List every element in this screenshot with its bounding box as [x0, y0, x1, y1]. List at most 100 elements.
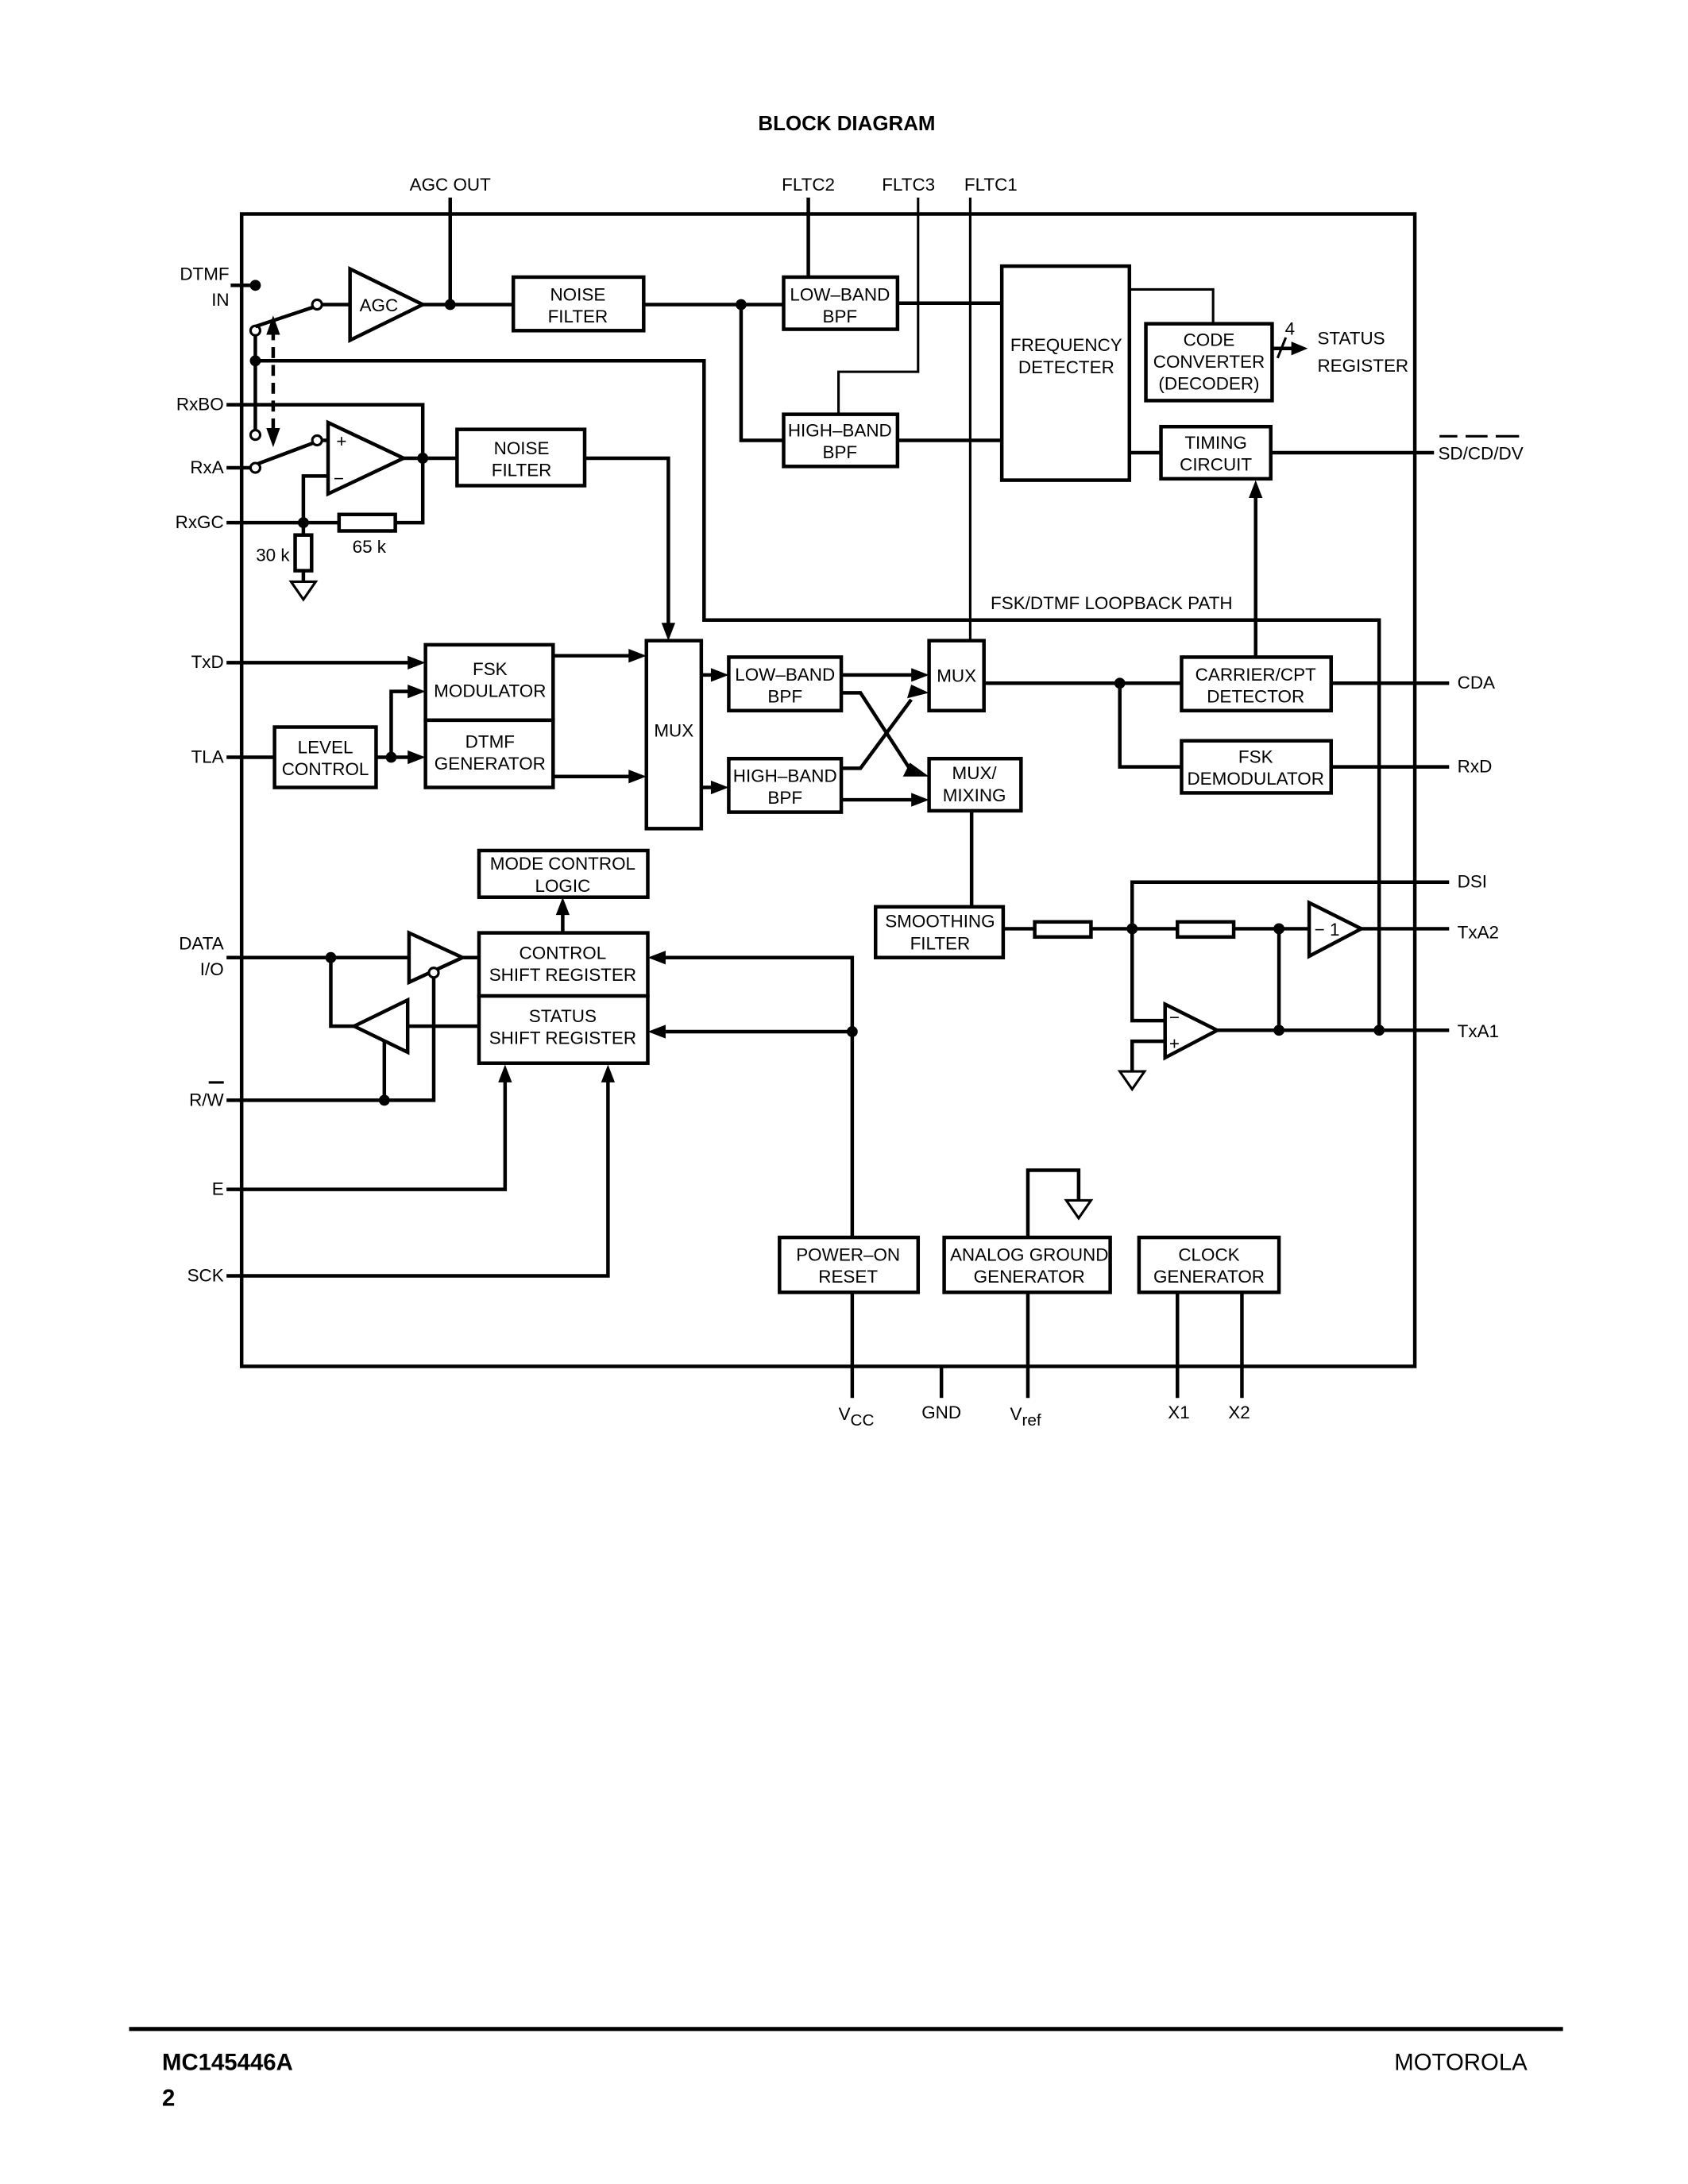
- wire: [739, 304, 784, 442]
- resistor-30k-label: 30 k: [256, 546, 290, 565]
- block-label: FILTER: [548, 307, 608, 326]
- block-label: BPF: [767, 788, 802, 808]
- resistor: [1176, 920, 1236, 940]
- junction-dot: [444, 299, 456, 311]
- block-label: SMOOTHING: [885, 912, 995, 932]
- pin-txd: TxD: [191, 652, 224, 672]
- footer-part-number: MC145446A: [162, 2050, 293, 2076]
- resistor-30k: [293, 533, 314, 573]
- block-label: LOGIC: [535, 876, 590, 896]
- arrow-right-icon: [911, 668, 929, 682]
- pin-x2: X2: [1228, 1403, 1250, 1422]
- pin-x1: X1: [1168, 1403, 1189, 1422]
- page-title: BLOCK DIAGRAM: [758, 113, 935, 135]
- pin-txa1: TxA1: [1458, 1021, 1499, 1041]
- arrow-down-icon: [661, 623, 676, 641]
- block-label: NOISE: [550, 284, 605, 304]
- junction-dot: [249, 280, 261, 291]
- arrow-right-icon: [408, 655, 426, 669]
- arrow-left-icon: [647, 1024, 666, 1039]
- block-label: CARRIER/CPT: [1196, 665, 1316, 685]
- arrow-right-icon: [1291, 341, 1308, 356]
- wire-reset: [664, 955, 855, 1238]
- wire-crossover: [841, 691, 914, 773]
- opamp-minus: −: [1169, 1008, 1180, 1028]
- footer-brand: MOTOROLA: [1394, 2050, 1528, 2076]
- pin-fltc3: FLTC3: [882, 175, 935, 195]
- switch-arm: [257, 441, 314, 465]
- block-label: GENERATOR: [1153, 1267, 1265, 1287]
- wire: [1130, 1039, 1165, 1072]
- arrow-right-icon: [906, 684, 929, 699]
- pin-cda: CDA: [1458, 673, 1495, 693]
- switch-contact: [311, 298, 323, 311]
- pin-gnd: GND: [921, 1403, 961, 1422]
- arrow-right-icon: [628, 649, 647, 663]
- arrow-down-icon: [266, 427, 280, 448]
- arrow-right-icon: [408, 750, 426, 765]
- block-label: HIGH–BAND: [788, 420, 892, 440]
- wire: [585, 456, 670, 626]
- block-label: CONVERTER: [1153, 352, 1265, 372]
- pin-dtmf-in-2: IN: [211, 290, 229, 310]
- pin-sck: SCK: [187, 1265, 224, 1285]
- wire: [389, 689, 412, 758]
- block-label: POWER–ON: [796, 1244, 900, 1264]
- block-label: CODE: [1184, 330, 1235, 349]
- inverter-label: − 1: [1315, 920, 1340, 940]
- block-diagram: BLOCK DIAGRAM AGC OUT FLTC2 FLTC3 FLTC1 …: [129, 113, 1563, 2112]
- block-label: MUX: [937, 666, 976, 686]
- block-label: DEMODULATOR: [1187, 769, 1323, 789]
- pin-vcc: VCC: [839, 1404, 875, 1430]
- block-label: FILTER: [492, 460, 552, 480]
- block-label: NOISE: [494, 438, 550, 458]
- ground-icon: [288, 580, 319, 602]
- arrow-right-icon: [408, 684, 426, 699]
- block-label: SHIFT REGISTER: [489, 965, 636, 985]
- pin-vref: Vref: [1010, 1404, 1041, 1430]
- pin-rw: R/W: [189, 1090, 224, 1109]
- block-label: BPF: [767, 686, 802, 706]
- pin-data-io: DATA: [179, 933, 224, 953]
- block-label: MIXING: [943, 785, 1006, 805]
- pin-data-io-2: I/O: [200, 959, 224, 979]
- block-label: FSK: [1238, 747, 1273, 766]
- block-label: CLOCK: [1178, 1244, 1239, 1264]
- ground-icon: [1117, 1070, 1147, 1092]
- arrow-up-icon: [601, 1064, 616, 1082]
- pin-e: E: [212, 1179, 224, 1199]
- opamp-plus: +: [336, 431, 346, 451]
- status-register-label: STATUS: [1317, 329, 1385, 349]
- arrow-right-icon: [911, 793, 929, 807]
- resistor: [1033, 920, 1093, 940]
- pin-dtmf-in: DTMF: [180, 264, 229, 284]
- block-label: FILTER: [910, 933, 971, 953]
- junction-dot: [1373, 1024, 1385, 1036]
- block-label: HIGH–BAND: [733, 766, 837, 786]
- enable-bubble: [427, 967, 440, 979]
- footer-page-number: 2: [162, 2086, 175, 2112]
- block-label: LEVEL: [298, 737, 353, 757]
- loopback-label: FSK/DTMF LOOPBACK PATH: [991, 593, 1233, 613]
- opamp-plus: +: [1169, 1033, 1180, 1053]
- wire: [395, 457, 425, 525]
- arrow-right-icon: [710, 780, 729, 795]
- wire-e: [226, 1081, 508, 1191]
- arrow-right-icon: [710, 668, 729, 682]
- switch-contact: [311, 434, 323, 447]
- bus-width-label: 4: [1285, 318, 1295, 338]
- block-label: STATUS: [529, 1006, 597, 1026]
- pin-fltc2: FLTC2: [782, 175, 835, 195]
- block-label: FREQUENCY: [1010, 335, 1122, 355]
- pin-rxd: RxD: [1458, 757, 1493, 777]
- resistor-65k-label: 65 k: [353, 537, 387, 557]
- block-label: BPF: [822, 307, 857, 326]
- block-label: CIRCUIT: [1180, 454, 1252, 474]
- agc-label: AGC: [360, 295, 399, 315]
- wire-sck: [226, 1081, 610, 1278]
- opamp-minus: −: [334, 469, 344, 488]
- block-label: LOW–BAND: [735, 665, 835, 685]
- arrow-right-icon: [628, 770, 647, 784]
- block-label: DTMF: [465, 731, 515, 751]
- pin-sd-cd-dv: SD/CD/DV: [1438, 444, 1523, 464]
